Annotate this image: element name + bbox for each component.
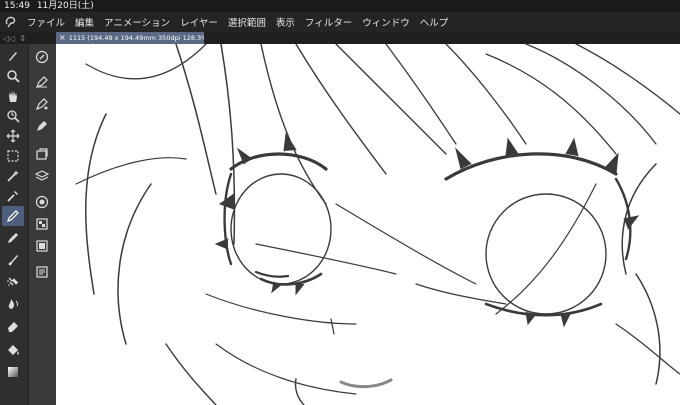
status-time: 15:49 [4,1,30,11]
hand-icon[interactable] [2,86,24,106]
menu-filter[interactable]: フィルター [300,15,357,29]
move-icon[interactable] [2,126,24,146]
pencil-icon[interactable] [2,228,24,248]
pen-cursor-icon[interactable] [2,46,24,66]
frame-icon[interactable] [32,262,52,282]
pen-icon[interactable] [2,206,24,226]
status-bar: 15:49 11月20日(土) [0,0,680,12]
eraser-icon[interactable] [2,316,24,336]
layer-stack-icon[interactable] [32,166,52,186]
selection-icon[interactable] [2,146,24,166]
menu-help[interactable]: ヘルプ [415,15,454,29]
g-pen-icon[interactable] [32,72,52,92]
menu-view[interactable]: 表示 [271,15,300,29]
brush-icon[interactable] [2,250,24,270]
magic-wand-icon[interactable] [2,166,24,186]
document-tab[interactable]: × 1115 (194.49 x 194.49mm 350dpi 128.3%) [56,32,204,44]
menu-layer[interactable]: レイヤー [175,15,223,29]
rotate-icon[interactable] [2,106,24,126]
app-logo-icon[interactable] [0,12,22,32]
line-art [75,44,680,405]
zoom-icon[interactable] [2,66,24,86]
subtool-settings-icon[interactable] [32,47,52,67]
menu-animation[interactable]: アニメーション [99,15,175,29]
menu-bar: ファイル 編集 アニメーション レイヤー 選択範囲 表示 フィルター ウィンドウ… [0,12,680,32]
marker-icon[interactable] [32,144,52,164]
sidebar-handle[interactable]: ◁◁ ⇕ [0,33,31,43]
eyedropper-icon[interactable] [2,186,24,206]
round-pen-icon[interactable] [32,116,52,136]
menu-edit[interactable]: 編集 [70,15,99,29]
gradient-icon[interactable] [2,362,24,382]
airbrush-icon[interactable] [2,272,24,292]
blend-icon[interactable] [2,294,24,314]
fill-icon[interactable] [2,340,24,360]
menu-file[interactable]: ファイル [22,15,70,29]
layer-icon[interactable] [32,192,52,212]
material-icon[interactable] [32,214,52,234]
resize-icon[interactable]: ⇕ [19,34,26,43]
menu-window[interactable]: ウィンドウ [357,15,415,29]
subtool-palette [29,44,56,405]
collapse-icon[interactable]: ◁◁ [3,34,15,43]
mapping-pen-icon[interactable] [32,94,52,114]
status-date: 11月20日(土) [36,1,94,11]
document-title: 1115 (194.49 x 194.49mm 350dpi 128.3%) [68,34,204,42]
tool-palette [0,44,29,405]
grid-icon[interactable] [32,236,52,256]
menu-selection[interactable]: 選択範囲 [223,15,271,29]
close-icon[interactable]: × [59,32,66,44]
drawing-canvas[interactable] [56,44,680,405]
